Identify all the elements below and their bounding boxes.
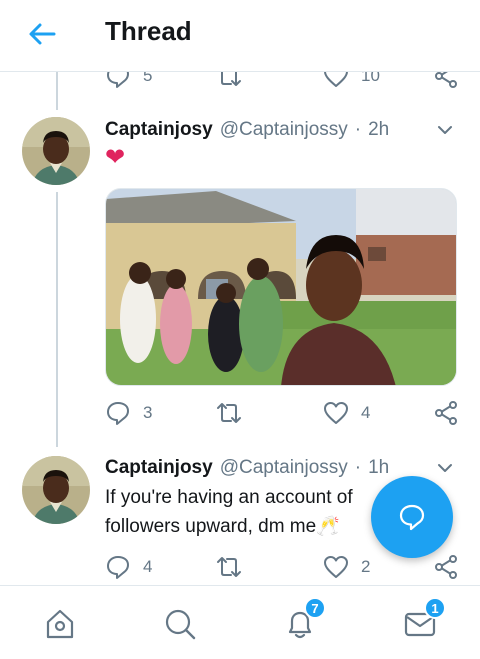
username[interactable]: @Captainjossy xyxy=(220,457,348,479)
tweet-text-line: If you're having an account of xyxy=(105,487,353,508)
back-button[interactable] xyxy=(24,18,60,50)
tweet-actions: 3 4 xyxy=(105,398,460,428)
search-icon xyxy=(165,609,196,640)
reply-button[interactable]: 4 xyxy=(105,552,152,582)
home-icon xyxy=(46,609,74,639)
share-button[interactable] xyxy=(433,552,459,582)
retweet-button[interactable] xyxy=(215,552,255,582)
heart-outline-icon xyxy=(324,402,348,424)
compose-message-icon xyxy=(399,504,425,531)
bottom-navigation: 7 1 xyxy=(0,585,480,659)
compose-message-button[interactable] xyxy=(371,476,453,558)
chevron-down-icon xyxy=(438,464,452,472)
tweet-menu-button[interactable] xyxy=(434,458,456,478)
retweet-icon xyxy=(217,403,241,423)
share-icon xyxy=(435,555,457,579)
thread-connector-line xyxy=(56,192,58,447)
page-title: Thread xyxy=(105,16,192,46)
share-icon xyxy=(435,401,457,425)
avatar[interactable] xyxy=(22,117,90,185)
reply-icon xyxy=(107,402,129,425)
separator-dot: · xyxy=(354,119,362,140)
tweet-header: Captainjosy @Captainjossy · 2h xyxy=(105,116,460,144)
chevron-down-icon xyxy=(438,126,452,134)
share-button[interactable] xyxy=(433,398,459,428)
tweet-menu-button[interactable] xyxy=(434,120,456,140)
message-badge: 1 xyxy=(424,597,446,619)
separator-dot: · xyxy=(354,457,362,478)
username[interactable]: @Captainjossy xyxy=(220,119,348,141)
reply-icon xyxy=(107,556,129,579)
display-name[interactable]: Captainjosy xyxy=(105,119,213,141)
nav-search[interactable] xyxy=(160,604,200,644)
retweet-icon xyxy=(217,557,241,577)
reply-button[interactable]: 3 xyxy=(105,398,152,428)
retweet-button[interactable] xyxy=(215,398,255,428)
tweet-photo[interactable] xyxy=(105,188,457,386)
notification-badge: 7 xyxy=(304,597,326,619)
reply-count: 3 xyxy=(143,403,153,422)
tweet-text-line: followers upward, dm me🥂 xyxy=(105,516,340,537)
nav-messages[interactable]: 1 xyxy=(400,597,446,644)
like-button[interactable]: 2 xyxy=(323,552,370,582)
display-name[interactable]: Captainjosy xyxy=(105,457,213,479)
nav-home[interactable] xyxy=(40,604,80,644)
like-count: 4 xyxy=(361,403,371,422)
timestamp: 1h xyxy=(368,457,390,478)
like-count: 2 xyxy=(361,557,371,576)
thread-connector-line xyxy=(56,72,58,110)
arrow-left-icon xyxy=(29,23,56,45)
like-button[interactable]: 4 xyxy=(323,398,370,428)
reply-count: 4 xyxy=(143,557,153,576)
avatar[interactable] xyxy=(22,456,90,524)
top-app-bar: Thread xyxy=(0,0,480,72)
nav-notifications[interactable]: 7 xyxy=(280,597,326,644)
heart-outline-icon xyxy=(324,556,348,578)
timestamp: 2h xyxy=(368,119,390,140)
tweet-text: ❤ xyxy=(105,144,126,171)
